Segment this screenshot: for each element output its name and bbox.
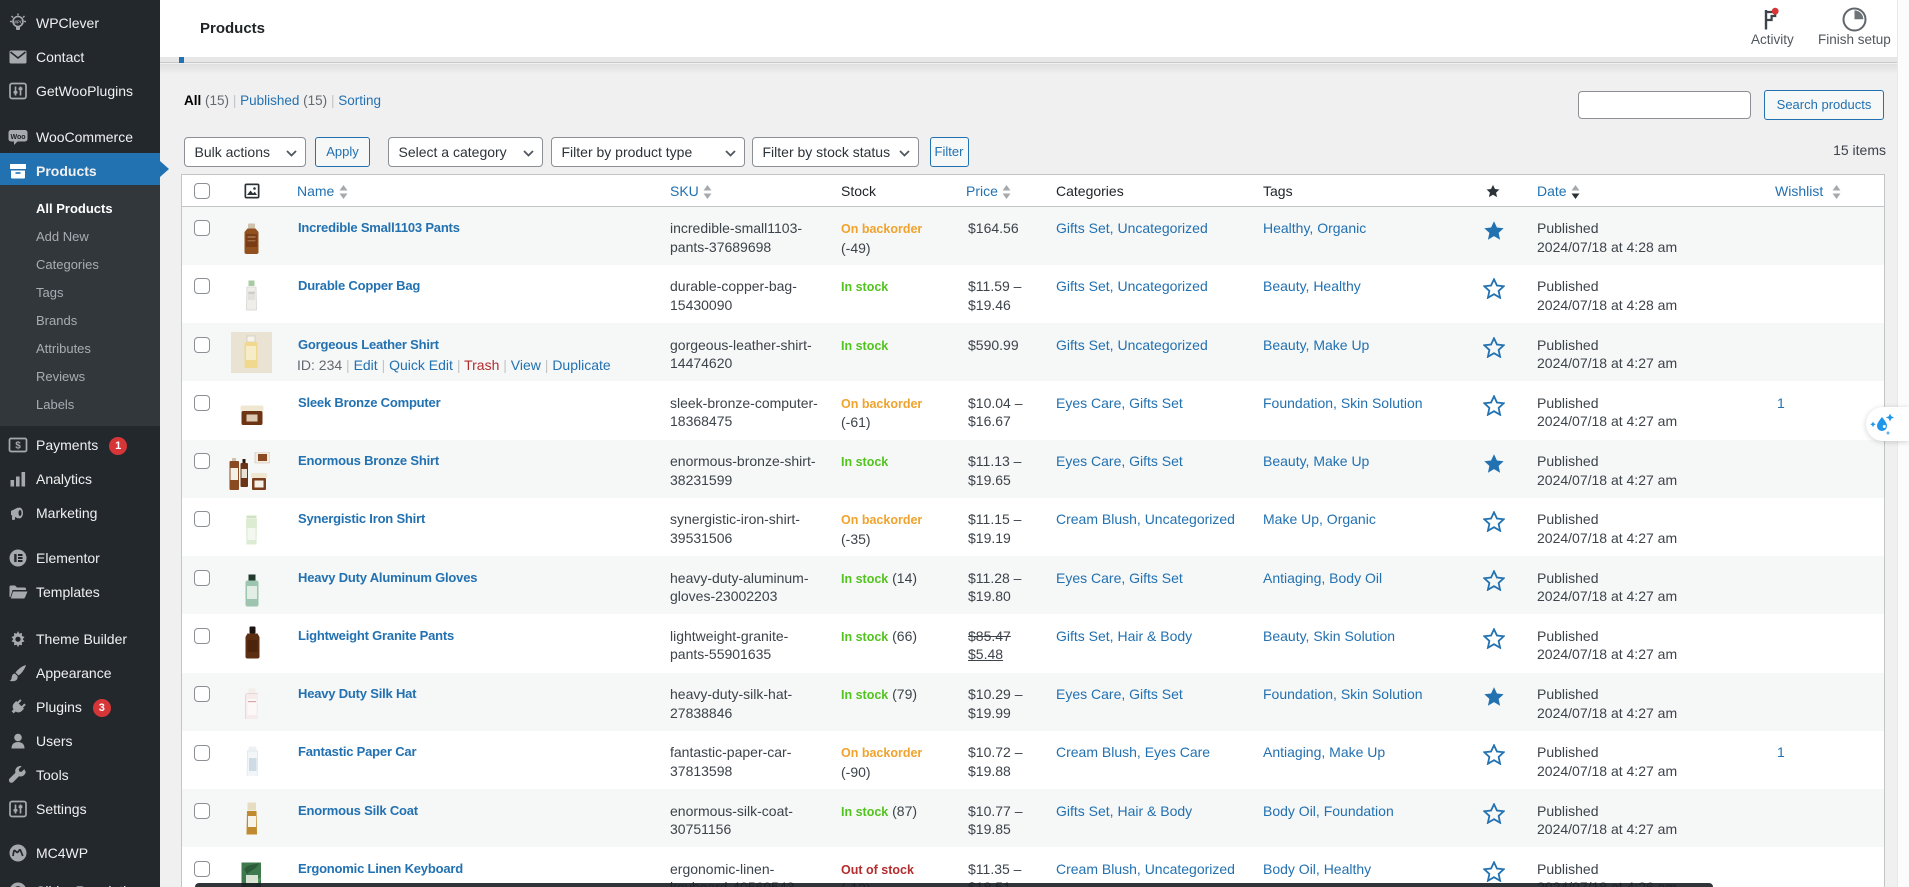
- svg-text:WPC: WPC: [13, 20, 23, 25]
- svg-text:Woo: Woo: [10, 134, 25, 141]
- svg-text:$: $: [15, 441, 21, 452]
